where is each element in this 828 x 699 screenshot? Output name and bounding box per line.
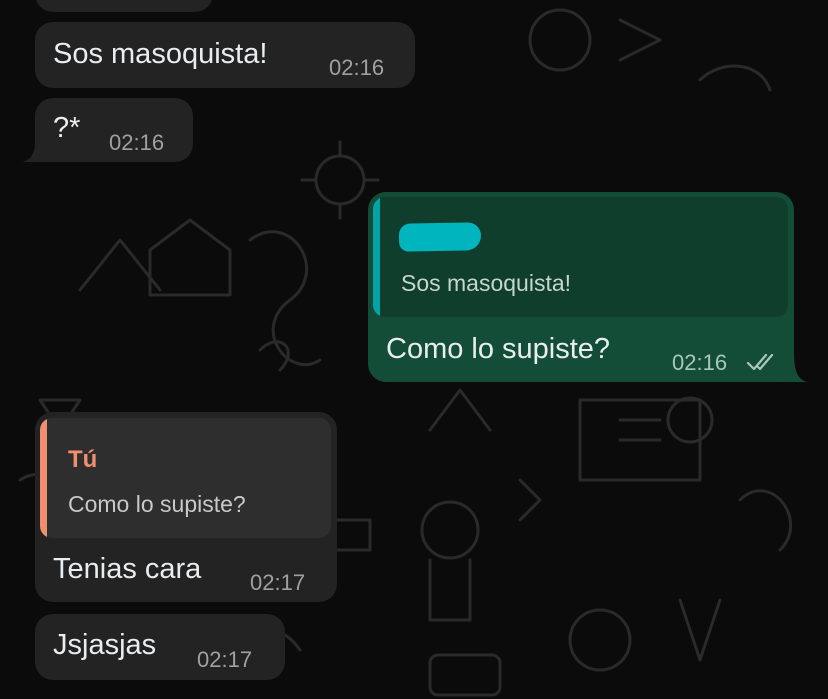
quote-text: Sos masoquista! bbox=[401, 270, 572, 296]
message-bubble-incoming[interactable]: Jsjasjas 02:17 bbox=[35, 614, 285, 680]
quote-author: Tú bbox=[68, 446, 98, 473]
message-text: Sos masoquista! bbox=[53, 38, 268, 70]
double-check-icon bbox=[746, 353, 774, 371]
message-time: 02:16 bbox=[329, 55, 385, 80]
message-text: Como lo supiste? bbox=[386, 333, 611, 365]
message-bubble-incoming[interactable]: ?* 02:16 bbox=[35, 98, 193, 162]
message-time: 02:16 bbox=[109, 130, 165, 155]
quote-accent-bar bbox=[40, 418, 47, 538]
message-text: Jsjasjas bbox=[53, 629, 157, 661]
message-text: Tenias cara bbox=[53, 553, 202, 585]
quoted-message[interactable]: Sos masoquista! bbox=[373, 197, 788, 317]
message-bubble-incoming[interactable] bbox=[35, 0, 213, 12]
message-bubble-outgoing[interactable]: Sos masoquista! Como lo supiste? 02:16 bbox=[368, 192, 794, 382]
message-time: 02:16 bbox=[672, 350, 728, 375]
message-bubble-incoming[interactable]: Tú Como lo supiste? Tenias cara 02:17 bbox=[35, 412, 337, 602]
quote-text: Como lo supiste? bbox=[68, 491, 246, 517]
quoted-message[interactable]: Tú Como lo supiste? bbox=[40, 418, 331, 538]
message-text: ?* bbox=[53, 112, 81, 144]
quote-accent-bar bbox=[373, 197, 380, 317]
redacted-author-name bbox=[398, 222, 482, 252]
message-time: 02:17 bbox=[197, 647, 253, 672]
message-time: 02:17 bbox=[250, 570, 306, 595]
message-bubble-incoming[interactable]: Sos masoquista! 02:16 bbox=[35, 22, 415, 88]
